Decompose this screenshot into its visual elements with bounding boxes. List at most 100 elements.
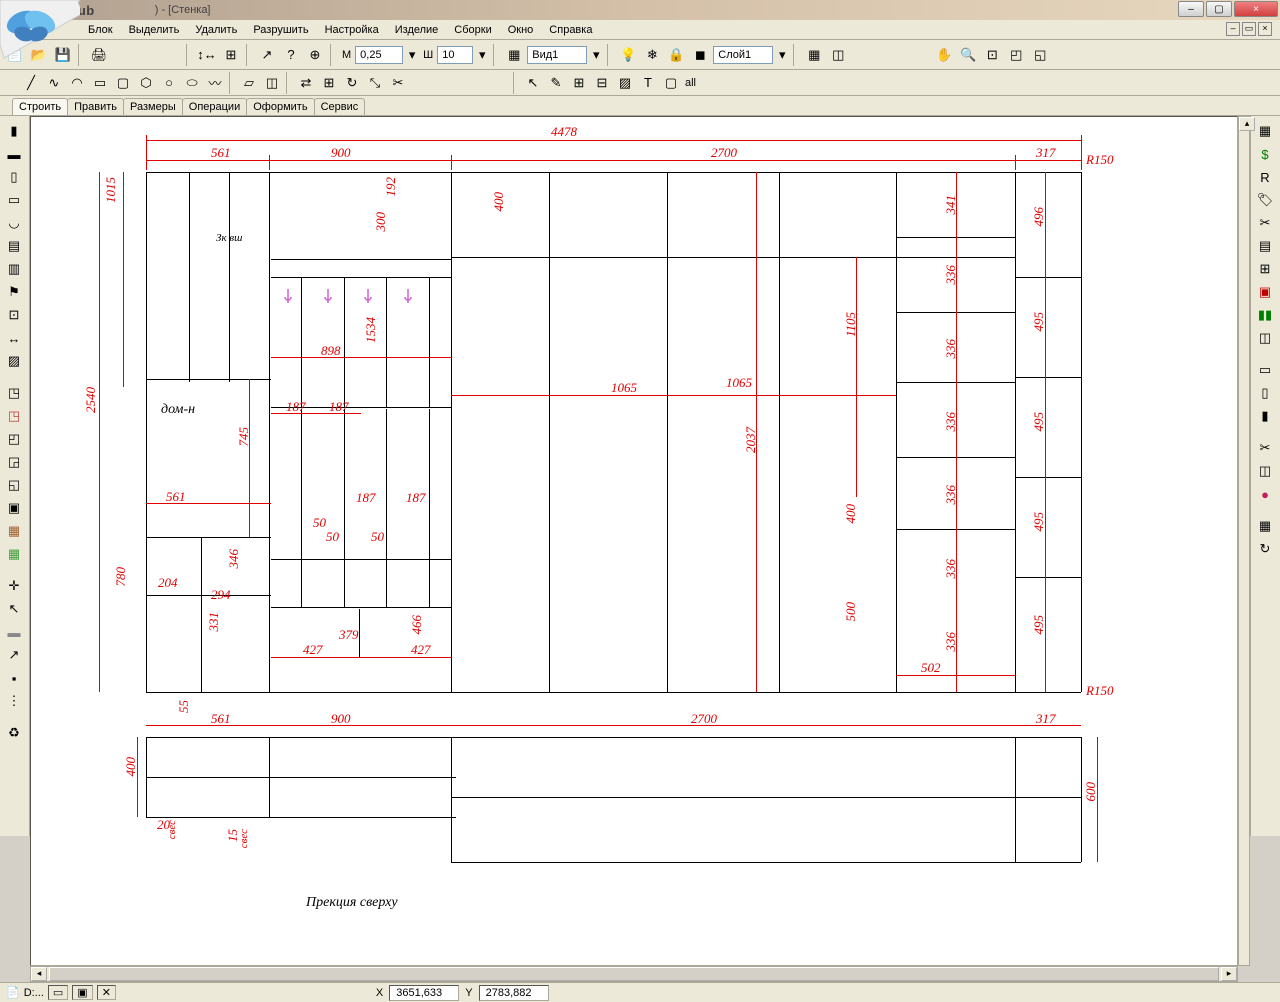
r-view-icon[interactable]: ▦ — [1253, 120, 1277, 142]
rect2-tool[interactable]: ▢ — [112, 72, 134, 94]
box3d2-icon[interactable]: ◰ — [2, 428, 26, 450]
menu-destroy[interactable]: Разрушить — [247, 22, 314, 38]
zoom-button[interactable]: 🔍 — [957, 44, 979, 66]
box3d5-icon[interactable]: ▣ — [2, 497, 26, 519]
minus-tool[interactable]: ⊟ — [591, 72, 613, 94]
view-layers-button[interactable]: ▦ — [503, 44, 525, 66]
plus-tool[interactable]: ⊞ — [568, 72, 590, 94]
array-tool[interactable]: ⊞ — [318, 72, 340, 94]
tab-design[interactable]: Оформить — [246, 98, 314, 115]
minimize-button[interactable]: – — [1178, 1, 1204, 17]
close-button[interactable]: × — [1234, 1, 1278, 17]
tab-build[interactable]: Строить — [12, 98, 68, 115]
dim-icon[interactable]: ↔ — [2, 327, 26, 349]
door-icon[interactable]: ▥ — [2, 258, 26, 280]
tab-service[interactable]: Сервис — [314, 98, 366, 115]
menu-settings[interactable]: Настройка — [319, 22, 385, 38]
polygon-tool[interactable]: ⬡ — [135, 72, 157, 94]
box3d-icon[interactable]: ◳ — [2, 382, 26, 404]
spline-tool[interactable]: 〰 — [204, 72, 226, 94]
snap-button[interactable]: ↗ — [256, 44, 278, 66]
mdi-restore-button[interactable]: ▭ — [1242, 22, 1256, 36]
grid-w-stepper[interactable]: ▾ — [475, 44, 489, 66]
status-btn2[interactable]: ▣ — [72, 985, 92, 1000]
lightbulb-snow-icon[interactable]: ❄ — [641, 44, 663, 66]
canvas[interactable]: 4478 561 900 2700 317 R150 1015 2540 780… — [30, 116, 1238, 966]
polyline-tool[interactable]: ∿ — [43, 72, 65, 94]
r-path-icon[interactable]: ◫ — [1253, 327, 1277, 349]
axis3d-icon[interactable]: ✛ — [2, 575, 26, 597]
shelf-icon[interactable]: ▬ — [2, 143, 26, 165]
joint-icon[interactable]: ⊡ — [2, 304, 26, 326]
r-bars-icon[interactable]: ▮▮ — [1253, 304, 1277, 326]
horizontal-scrollbar[interactable]: ◂ ▸ — [30, 966, 1238, 982]
zoom-extents-button[interactable]: ⊡ — [981, 44, 1003, 66]
r-panel2-icon[interactable]: ▯ — [1253, 382, 1277, 404]
mdi-minimize-button[interactable]: – — [1226, 22, 1240, 36]
flag-icon[interactable]: ⚑ — [2, 281, 26, 303]
layers-button[interactable]: ◫ — [827, 44, 849, 66]
grid-m-input[interactable] — [355, 46, 403, 64]
menu-select[interactable]: Выделить — [123, 22, 186, 38]
box3d-red-icon[interactable]: ◳ — [2, 405, 26, 427]
lightbulb-on-icon[interactable]: 💡 — [617, 44, 639, 66]
grid-m-stepper[interactable]: ▾ — [405, 44, 419, 66]
rect-tool[interactable]: ▭ — [89, 72, 111, 94]
r-label-icon[interactable]: 🏷 — [1253, 189, 1277, 211]
side-icon[interactable]: ▯ — [2, 166, 26, 188]
tab-edit[interactable]: Править — [67, 98, 124, 115]
scroll-right-button[interactable]: ▸ — [1221, 967, 1237, 981]
help-button[interactable]: ? — [280, 44, 302, 66]
scroll-thumb[interactable] — [49, 967, 1219, 981]
vertical-scrollbar[interactable]: ▴ — [1238, 116, 1250, 966]
lock-icon[interactable]: 🔒 — [665, 44, 687, 66]
r-money-icon[interactable]: $ — [1253, 143, 1277, 165]
box-tool[interactable]: ▢ — [660, 72, 682, 94]
r-circle-icon[interactable]: ● — [1253, 483, 1277, 505]
menu-block[interactable]: Блок — [82, 22, 119, 38]
color-icon[interactable]: ▦ — [2, 543, 26, 565]
r-R-icon[interactable]: R — [1253, 166, 1277, 188]
back-icon[interactable]: ▭ — [2, 189, 26, 211]
r-cut-icon[interactable]: ✂ — [1253, 212, 1277, 234]
zoom-prev-button[interactable]: ◱ — [1029, 44, 1051, 66]
r-group-icon[interactable]: ◫ — [1253, 460, 1277, 482]
print-button[interactable]: 🖨 — [88, 44, 110, 66]
hatch2-icon[interactable]: ▨ — [2, 350, 26, 372]
status-btn3[interactable]: ✕ — [97, 985, 116, 1000]
swatch-icon[interactable]: ▪ — [2, 667, 26, 689]
cursor-icon[interactable]: ↖ — [2, 598, 26, 620]
scroll-left-button[interactable]: ◂ — [31, 967, 47, 981]
r-panel-icon[interactable]: ▭ — [1253, 359, 1277, 381]
save-button[interactable]: 💾 — [52, 44, 74, 66]
view-dropdown[interactable]: ▾ — [589, 44, 603, 66]
arc-tool[interactable]: ◠ — [66, 72, 88, 94]
extra1-tool[interactable]: ▱ — [238, 72, 260, 94]
recycle-icon[interactable]: ♻ — [2, 722, 26, 744]
target-button[interactable]: ⊕ — [304, 44, 326, 66]
box3d3-icon[interactable]: ◲ — [2, 451, 26, 473]
gray-icon[interactable]: ▬ — [2, 621, 26, 643]
grid-w-input[interactable] — [437, 46, 473, 64]
drawer-icon[interactable]: ▤ — [2, 235, 26, 257]
text-tool[interactable]: T — [637, 72, 659, 94]
panel-icon[interactable]: ▮ — [2, 120, 26, 142]
pointer-tool[interactable]: ↖ — [522, 72, 544, 94]
tab-dims[interactable]: Размеры — [123, 98, 183, 115]
scroll-up-button[interactable]: ▴ — [1239, 117, 1255, 131]
r-danger-icon[interactable]: ▣ — [1253, 281, 1277, 303]
color-swatch-button[interactable]: ◼ — [689, 44, 711, 66]
maximize-button[interactable]: ▢ — [1206, 1, 1232, 17]
palette-button[interactable]: ▦ — [803, 44, 825, 66]
r-sheets-icon[interactable]: ▤ — [1253, 235, 1277, 257]
layer-select[interactable] — [713, 46, 773, 64]
scale-tool[interactable]: ⤡ — [364, 72, 386, 94]
r-panel3-icon[interactable]: ▮ — [1253, 405, 1277, 427]
view-select[interactable] — [527, 46, 587, 64]
line-tool[interactable]: ╱ — [20, 72, 42, 94]
r-refresh-icon[interactable]: ↻ — [1253, 538, 1277, 560]
pan-button[interactable]: ✋ — [933, 44, 955, 66]
r-layout-icon[interactable]: ▦ — [1253, 515, 1277, 537]
hatch-tool[interactable]: ▨ — [614, 72, 636, 94]
trim-tool[interactable]: ✂ — [387, 72, 409, 94]
